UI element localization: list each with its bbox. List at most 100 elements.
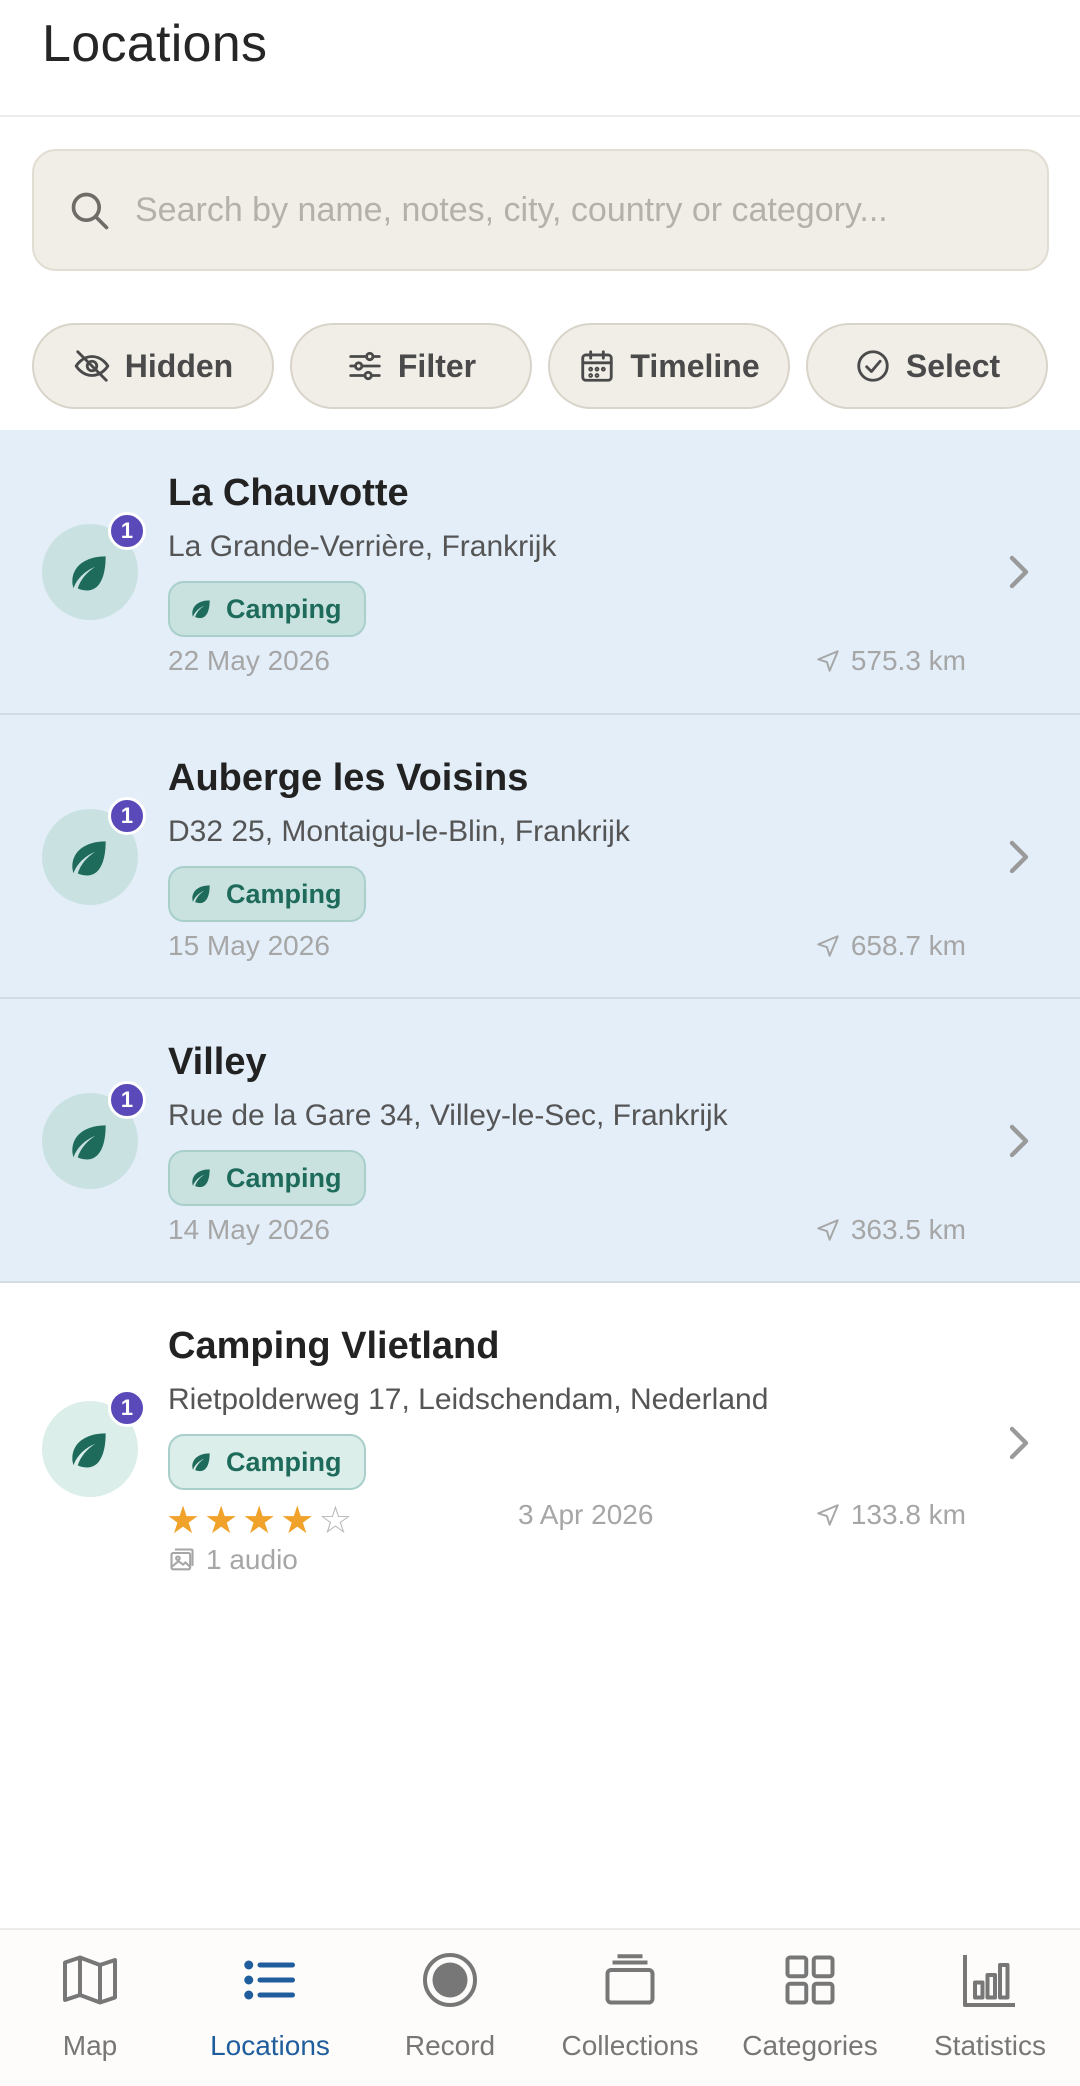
location-address: Rietpolderweg 17, Leidschendam, Nederlan… <box>168 1383 769 1416</box>
filter-chip-label: Filter <box>397 347 477 384</box>
search-placeholder: Search by name, notes, city, country or … <box>135 191 888 229</box>
location-date: 22 May 2026 <box>168 645 330 676</box>
sliders-icon <box>349 351 381 381</box>
location-name: Camping Vlietland <box>168 1325 500 1367</box>
nav-categories[interactable]: Categories <box>720 1930 900 2086</box>
chevron-right-icon <box>1009 840 1029 874</box>
category-tag: Camping <box>168 866 366 922</box>
check-circle-icon <box>857 350 889 382</box>
location-date: 15 May 2026 <box>168 930 330 961</box>
category-tag: Camping <box>168 1434 366 1490</box>
filter-chip[interactable]: Filter <box>290 323 532 409</box>
category-tag: Camping <box>168 1150 366 1206</box>
calendar-icon <box>581 350 614 382</box>
category-avatar: 1 <box>42 797 146 905</box>
star-filled-icon: ★ <box>280 1500 315 1542</box>
location-item[interactable]: 1 Auberge les Voisins D32 25, Montaigu-l… <box>0 715 1080 999</box>
location-distance: 363.5 km <box>815 1214 966 1246</box>
select-chip-label: Select <box>905 347 1001 384</box>
location-date: 3 Apr 2026 <box>518 1499 654 1530</box>
nav-map[interactable]: Map <box>0 1930 180 2086</box>
collections-icon <box>605 1954 655 2005</box>
navigation-arrow-icon <box>817 935 839 957</box>
count-badge: 1 <box>108 1081 146 1119</box>
navigation-arrow-icon <box>817 650 839 672</box>
navigation-arrow-icon <box>817 1504 839 1526</box>
nav-locations[interactable]: Locations <box>180 1930 360 2086</box>
category-avatar: 1 <box>42 1081 146 1189</box>
category-label: Camping <box>226 1162 342 1193</box>
media-info: 1 audio <box>168 1544 298 1576</box>
location-item[interactable]: 1 Villey Rue de la Gare 34, Villey-le-Se… <box>0 999 1080 1283</box>
eye-off-icon <box>74 350 110 382</box>
timeline-chip[interactable]: Timeline <box>548 323 790 409</box>
location-item[interactable]: 1 La Chauvotte La Grande-Verrière, Frank… <box>0 430 1080 715</box>
category-label: Camping <box>226 593 342 624</box>
nav-label: Locations <box>210 2030 330 2061</box>
distance-value: 658.7 km <box>850 930 966 961</box>
count-badge: 1 <box>108 797 146 835</box>
count-badge: 1 <box>108 1389 146 1427</box>
leaf-icon <box>192 1169 210 1188</box>
distance-value: 575.3 km <box>850 645 966 676</box>
app-header: Locations <box>0 0 1080 117</box>
location-distance: 658.7 km <box>815 930 966 962</box>
nav-collections[interactable]: Collections <box>540 1930 720 2086</box>
search-icon <box>71 192 109 230</box>
timeline-chip-label: Timeline <box>630 347 760 384</box>
distance-value: 133.8 km <box>850 1499 966 1530</box>
record-icon <box>423 1953 477 2007</box>
category-label: Camping <box>226 878 342 909</box>
category-label: Camping <box>226 1446 342 1477</box>
category-tag: Camping <box>168 581 366 637</box>
nav-statistics[interactable]: Statistics <box>900 1930 1080 2086</box>
nav-label: Map <box>62 2030 118 2061</box>
nav-label: Statistics <box>933 2030 1047 2061</box>
leaf-icon <box>72 1433 106 1468</box>
location-distance: 575.3 km <box>815 645 966 677</box>
nav-label: Record <box>404 2030 496 2061</box>
chevron-right-icon <box>1009 1124 1029 1158</box>
leaf-icon <box>192 885 210 904</box>
hidden-chip-label: Hidden <box>124 347 234 384</box>
chevron-right-icon <box>1009 1426 1029 1460</box>
leaf-icon <box>72 1125 106 1160</box>
leaf-icon <box>72 841 106 876</box>
search-input[interactable]: Search by name, notes, city, country or … <box>32 149 1049 271</box>
filter-chips: Hidden Filter Timeline Select <box>0 323 1080 409</box>
location-date: 14 May 2026 <box>168 1214 330 1245</box>
category-avatar: 1 <box>42 1389 146 1497</box>
bar-chart-icon <box>963 1955 1015 2007</box>
location-name: Villey <box>168 1041 267 1083</box>
page-title: Locations <box>42 15 268 73</box>
navigation-arrow-icon <box>817 1219 839 1241</box>
select-chip[interactable]: Select <box>806 323 1048 409</box>
star-filled-icon: ★ <box>204 1500 239 1542</box>
location-name: Auberge les Voisins <box>168 757 529 799</box>
nav-record[interactable]: Record <box>360 1930 540 2086</box>
grid-icon <box>785 1955 835 2005</box>
location-address: La Grande-Verrière, Frankrijk <box>168 530 557 563</box>
location-address: Rue de la Gare 34, Villey-le-Sec, Frankr… <box>168 1099 728 1132</box>
location-name: La Chauvotte <box>168 472 409 514</box>
nav-label: Collections <box>561 2030 699 2061</box>
star-filled-icon: ★ <box>166 1500 201 1542</box>
location-item[interactable]: 1 Camping Vlietland Rietpolderweg 17, Le… <box>0 1283 1080 1603</box>
distance-value: 363.5 km <box>850 1214 966 1245</box>
location-distance: 133.8 km <box>815 1499 966 1531</box>
leaf-icon <box>192 1453 210 1472</box>
list-icon <box>244 1960 295 2000</box>
leaf-icon <box>72 556 106 591</box>
map-icon <box>63 1955 117 2005</box>
location-address: D32 25, Montaigu-le-Blin, Frankrijk <box>168 815 630 848</box>
chevron-right-icon <box>1009 555 1029 589</box>
image-icon <box>170 1548 194 1571</box>
nav-label: Categories <box>742 2030 878 2061</box>
star-empty-icon: ☆ <box>318 1500 353 1542</box>
star-rating: ★ ★ ★ ★ ☆ <box>166 1502 352 1540</box>
leaf-icon <box>192 600 210 619</box>
hidden-chip[interactable]: Hidden <box>32 323 274 409</box>
bottom-navigation: Map Locations Record Collections Categor… <box>0 1928 1080 2086</box>
star-filled-icon: ★ <box>242 1500 277 1542</box>
count-badge: 1 <box>108 512 146 550</box>
